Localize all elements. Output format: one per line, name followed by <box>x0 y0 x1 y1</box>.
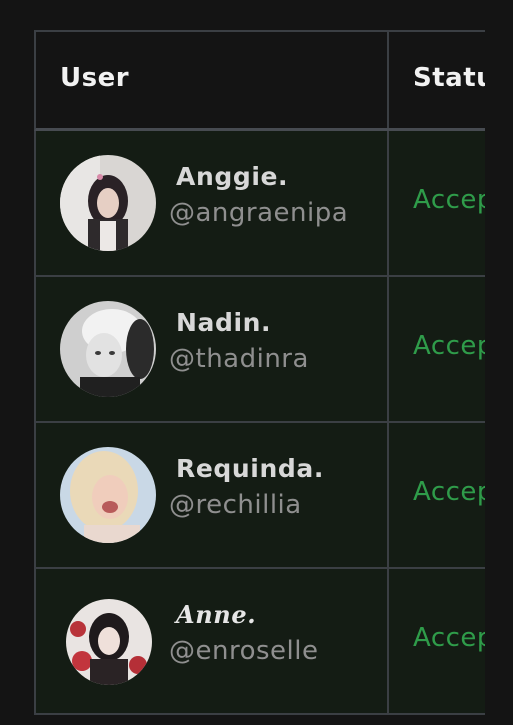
status-badge: Accepted <box>413 477 485 507</box>
avatar-photo-icon <box>60 447 156 543</box>
avatar-photo-icon <box>60 301 156 397</box>
status-cell: Accepted <box>389 569 485 713</box>
avatar[interactable] <box>60 155 156 251</box>
user-name: Anggie. <box>176 162 289 191</box>
table-header-row: User Status <box>34 30 485 131</box>
table-row[interactable]: Anggie. @angraenipa Accepted <box>34 131 485 277</box>
header-status-label: Status <box>413 63 485 93</box>
user-handle: @angraenipa <box>169 198 349 228</box>
user-name: Anne. <box>176 600 257 629</box>
status-cell: Accepted <box>389 131 485 275</box>
status-badge: Accepted <box>413 331 485 361</box>
user-cell: Nadin. @thadinra <box>36 277 389 421</box>
user-handle: @rechillia <box>169 490 302 520</box>
avatar[interactable] <box>60 447 156 543</box>
user-name: Requinda. <box>176 454 324 483</box>
table-row[interactable]: Requinda. @rechillia Accepted <box>34 423 485 569</box>
user-handle: @thadinra <box>169 344 309 374</box>
user-cell: Anne. @enroselle <box>36 569 389 713</box>
avatar-photo-icon <box>66 599 152 685</box>
avatar-photo-icon <box>60 155 156 251</box>
user-name: Nadin. <box>176 308 272 337</box>
user-cell: Anggie. @angraenipa <box>36 131 389 275</box>
status-badge: Accepted <box>413 623 485 653</box>
status-cell: Accepted <box>389 423 485 567</box>
users-table: User Status <box>34 30 485 715</box>
avatar[interactable] <box>60 301 156 397</box>
avatar[interactable] <box>66 599 152 685</box>
status-badge: Accepted <box>413 185 485 215</box>
user-cell: Requinda. @rechillia <box>36 423 389 567</box>
table-viewport: User Status <box>0 0 485 725</box>
table-row[interactable]: Nadin. @thadinra Accepted <box>34 277 485 423</box>
header-cell-user: User <box>36 32 389 128</box>
table-row[interactable]: Anne. @enroselle Accepted <box>34 569 485 715</box>
user-handle: @enroselle <box>169 636 319 666</box>
header-cell-status: Status <box>389 32 485 128</box>
header-user-label: User <box>60 63 130 93</box>
status-cell: Accepted <box>389 277 485 421</box>
